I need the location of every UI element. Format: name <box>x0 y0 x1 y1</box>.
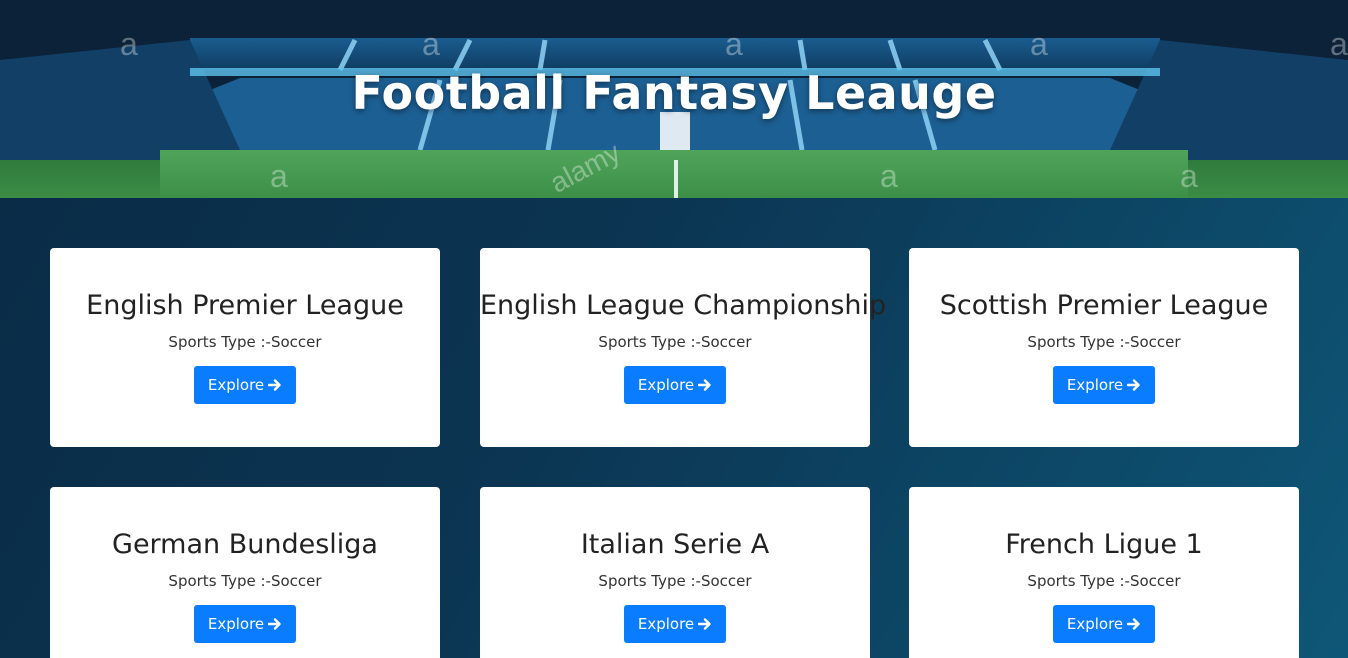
league-card: German Bundesliga Sports Type :-Soccer E… <box>50 487 440 658</box>
explore-button-label: Explore <box>637 615 695 633</box>
watermark-letter: a <box>120 26 138 62</box>
explore-button-label: Explore <box>1066 376 1124 394</box>
explore-button-label: Explore <box>207 615 265 633</box>
arrow-right-icon <box>698 378 712 392</box>
arrow-right-icon <box>1127 378 1141 392</box>
sport-type-label: Sports Type :-Soccer <box>168 333 322 351</box>
page-title: Football Fantasy Leauge <box>351 66 997 120</box>
explore-button[interactable]: Explore <box>193 366 297 404</box>
watermark-letter: a <box>1180 158 1198 194</box>
sport-type-label: Sports Type :-Soccer <box>168 572 322 590</box>
league-name: Italian Serie A <box>580 529 770 560</box>
watermark-letter: a <box>880 158 898 194</box>
league-name: Scottish Premier League <box>939 290 1269 321</box>
explore-button[interactable]: Explore <box>1052 605 1156 643</box>
league-card: French Ligue 1 Sports Type :-Soccer Expl… <box>909 487 1299 658</box>
league-name: English League Championship <box>480 290 887 321</box>
watermark-letter: a <box>422 26 440 62</box>
halfway-line <box>674 160 678 198</box>
league-name: French Ligue 1 <box>1005 529 1203 560</box>
explore-button[interactable]: Explore <box>623 366 727 404</box>
watermark-letter: a <box>1030 26 1048 62</box>
league-card: Italian Serie A Sports Type :-Soccer Exp… <box>480 487 870 658</box>
sport-type-label: Sports Type :-Soccer <box>1027 572 1181 590</box>
explore-button[interactable]: Explore <box>1052 366 1156 404</box>
arrow-right-icon <box>698 617 712 631</box>
league-card: English Premier League Sports Type :-Soc… <box>50 248 440 447</box>
arrow-right-icon <box>1127 617 1141 631</box>
explore-button[interactable]: Explore <box>193 605 297 643</box>
league-card: English League Championship Sports Type … <box>480 248 887 447</box>
explore-button-label: Explore <box>1066 615 1124 633</box>
watermark-letter: a <box>1330 26 1348 62</box>
arrow-right-icon <box>268 617 282 631</box>
league-card: Scottish Premier League Sports Type :-So… <box>909 248 1299 447</box>
explore-button-label: Explore <box>637 376 695 394</box>
sport-type-label: Sports Type :-Soccer <box>598 333 752 351</box>
sport-type-label: Sports Type :-Soccer <box>598 572 752 590</box>
header-banner: a a a a a a a a alamy Football Fantasy L… <box>0 0 1348 198</box>
league-name: English Premier League <box>86 290 404 321</box>
arrow-right-icon <box>268 378 282 392</box>
sport-type-label: Sports Type :-Soccer <box>1027 333 1181 351</box>
explore-button[interactable]: Explore <box>623 605 727 643</box>
watermark-letter: a <box>725 26 743 62</box>
league-name: German Bundesliga <box>112 529 378 560</box>
watermark-letter: a <box>270 158 288 194</box>
explore-button-label: Explore <box>207 376 265 394</box>
